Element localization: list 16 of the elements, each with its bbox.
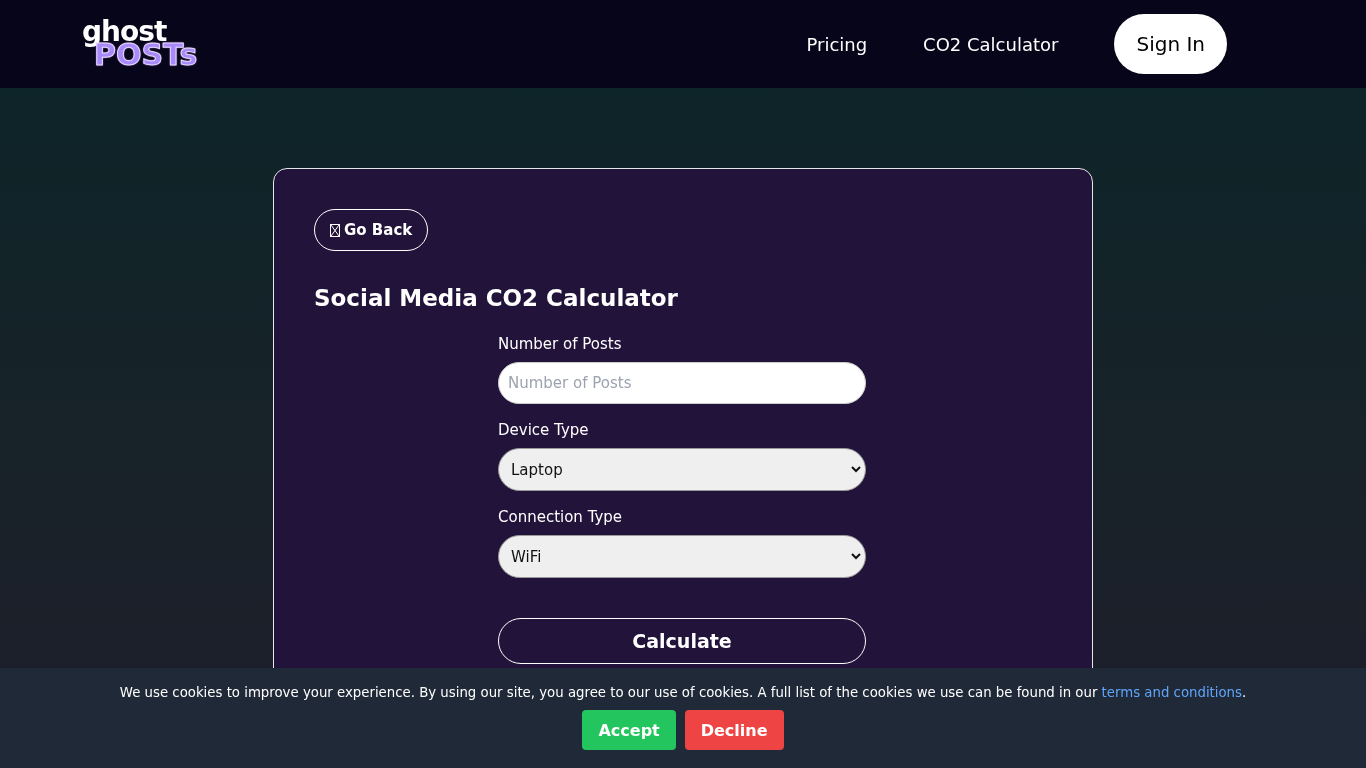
nav-link[interactable]: Pricing <box>806 33 868 55</box>
field-label: Connection Type <box>498 508 624 526</box>
select-dropdown[interactable]: Laptop <box>498 448 866 491</box>
field-label: Device Type <box>498 421 590 439</box>
field-label: Number of Posts <box>498 335 623 353</box>
sign-in-button[interactable]: Sign In <box>1114 14 1227 74</box>
nav-link[interactable]: CO2 Calculator <box>923 33 1059 55</box>
posts-input[interactable]: Number of Posts <box>498 362 866 404</box>
select-dropdown[interactable]: WiFi <box>498 535 866 578</box>
decline-button[interactable]: Decline <box>684 710 784 750</box>
terms-link[interactable]: terms and conditions <box>1101 685 1242 700</box>
missing-glyph-icon <box>330 223 340 237</box>
cookie-text: We use cookies to improve your experience. By using our site, you agree to our use of cookies. A full list of the cookies we use can be found in our terms and conditions. <box>119 685 1247 700</box>
calculator-title: Social Media CO2 Calculator <box>314 285 679 311</box>
chevron-down-icon <box>851 553 861 560</box>
chevron-down-icon <box>851 466 861 473</box>
